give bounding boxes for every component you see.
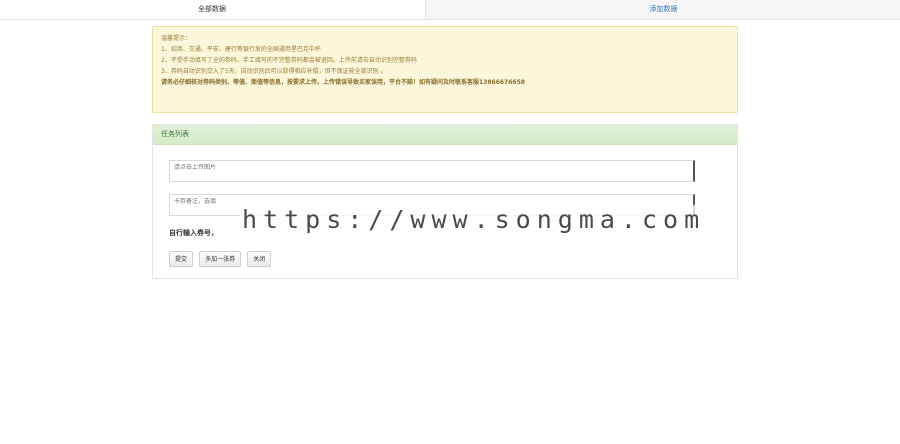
task-list-panel: 任务列表 自行输入券号， 提交 多加一张券 关闭 [152, 124, 738, 279]
top-tab-bar: 全部数据 添加数据 [0, 0, 900, 20]
close-button[interactable]: 关闭 [247, 251, 272, 267]
notice-line-2: 2、不受手动填写了全的券码，手工填写的不完整券码都会被退回。上传前请去自动识别完… [161, 57, 417, 64]
notice-line-1: 1、招商、交通、平安、建行等银行发的全国通用星巴克中杯 [161, 46, 321, 53]
remark-input[interactable] [174, 198, 689, 205]
notice-warning-line: 请务必仔细核对券码类别、等值、面值等信息，按要求上传。上传错误导致买家误用，平台… [161, 79, 525, 86]
image-upload-field[interactable] [169, 160, 695, 182]
watermark: https://www.songma.com [240, 205, 708, 235]
manual-input-label: 自行输入券号， [169, 229, 218, 237]
warning-notice: 温馨提示： 1、招商、交通、平安、建行等银行发的全国通用星巴克中杯 2、不受手动… [152, 26, 738, 113]
add-ticket-button[interactable]: 多加一张券 [199, 251, 242, 267]
panel-title: 任务列表 [153, 125, 737, 145]
notice-line-3: 3、券码自动识别交入了5天，自动识别后可以获得相应补偿，但不保证能全部识别 。 [161, 68, 387, 75]
notice-title: 温馨提示： [161, 35, 192, 42]
button-row: 提交 多加一张券 关闭 [169, 246, 272, 267]
tab-add-data[interactable]: 添加数据 [425, 0, 900, 19]
tab-all-data[interactable]: 全部数据 [0, 0, 424, 19]
tab-all-data-label: 全部数据 [198, 5, 226, 13]
image-upload-input[interactable] [174, 164, 689, 171]
submit-button[interactable]: 提交 [169, 251, 194, 267]
tab-add-data-label: 添加数据 [649, 5, 678, 13]
